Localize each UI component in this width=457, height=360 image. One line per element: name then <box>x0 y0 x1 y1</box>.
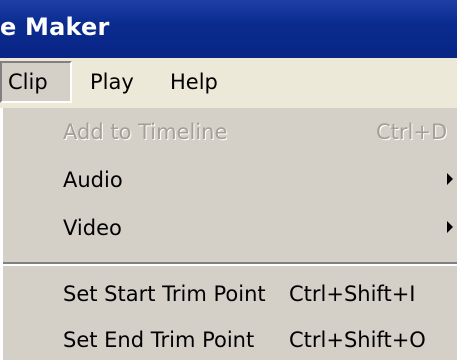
menu-item-shortcut: Ctrl+D <box>376 120 448 144</box>
menu-play[interactable]: Play <box>90 61 134 103</box>
menu-item-shortcut: Ctrl+Shift+I <box>289 282 416 306</box>
menu-item-label: Set Start Trim Point <box>63 282 266 306</box>
menu-item-shortcut: Ctrl+Shift+O <box>289 328 426 352</box>
menu-item-set-start-trim-point[interactable]: Set Start Trim Point Ctrl+Shift+I <box>3 270 457 318</box>
menu-item-set-end-trim-point[interactable]: Set End Trim Point Ctrl+Shift+O <box>3 316 457 360</box>
menu-item-label: Add to Timeline <box>63 120 228 144</box>
submenu-arrow-icon <box>447 221 453 233</box>
menu-separator <box>3 262 457 266</box>
menu-item-audio[interactable]: Audio <box>3 156 457 204</box>
menu-bar: Clip Play Help <box>0 58 457 108</box>
app-window: e Maker Clip Play Help Add to Timeline C… <box>0 0 457 360</box>
menu-clip[interactable]: Clip <box>0 61 72 103</box>
menu-item-add-to-timeline: Add to Timeline Ctrl+D <box>3 108 457 156</box>
menu-item-label: Set End Trim Point <box>63 328 255 352</box>
title-bar[interactable]: e Maker <box>0 0 457 58</box>
menu-help[interactable]: Help <box>170 61 218 103</box>
menu-item-label: Audio <box>63 168 123 192</box>
submenu-arrow-icon <box>447 173 453 185</box>
clip-menu-dropdown: Add to Timeline Ctrl+D Audio Video Set S… <box>0 108 457 360</box>
menu-item-label: Video <box>63 216 122 240</box>
window-title: e Maker <box>0 13 110 41</box>
menu-item-video[interactable]: Video <box>3 204 457 252</box>
